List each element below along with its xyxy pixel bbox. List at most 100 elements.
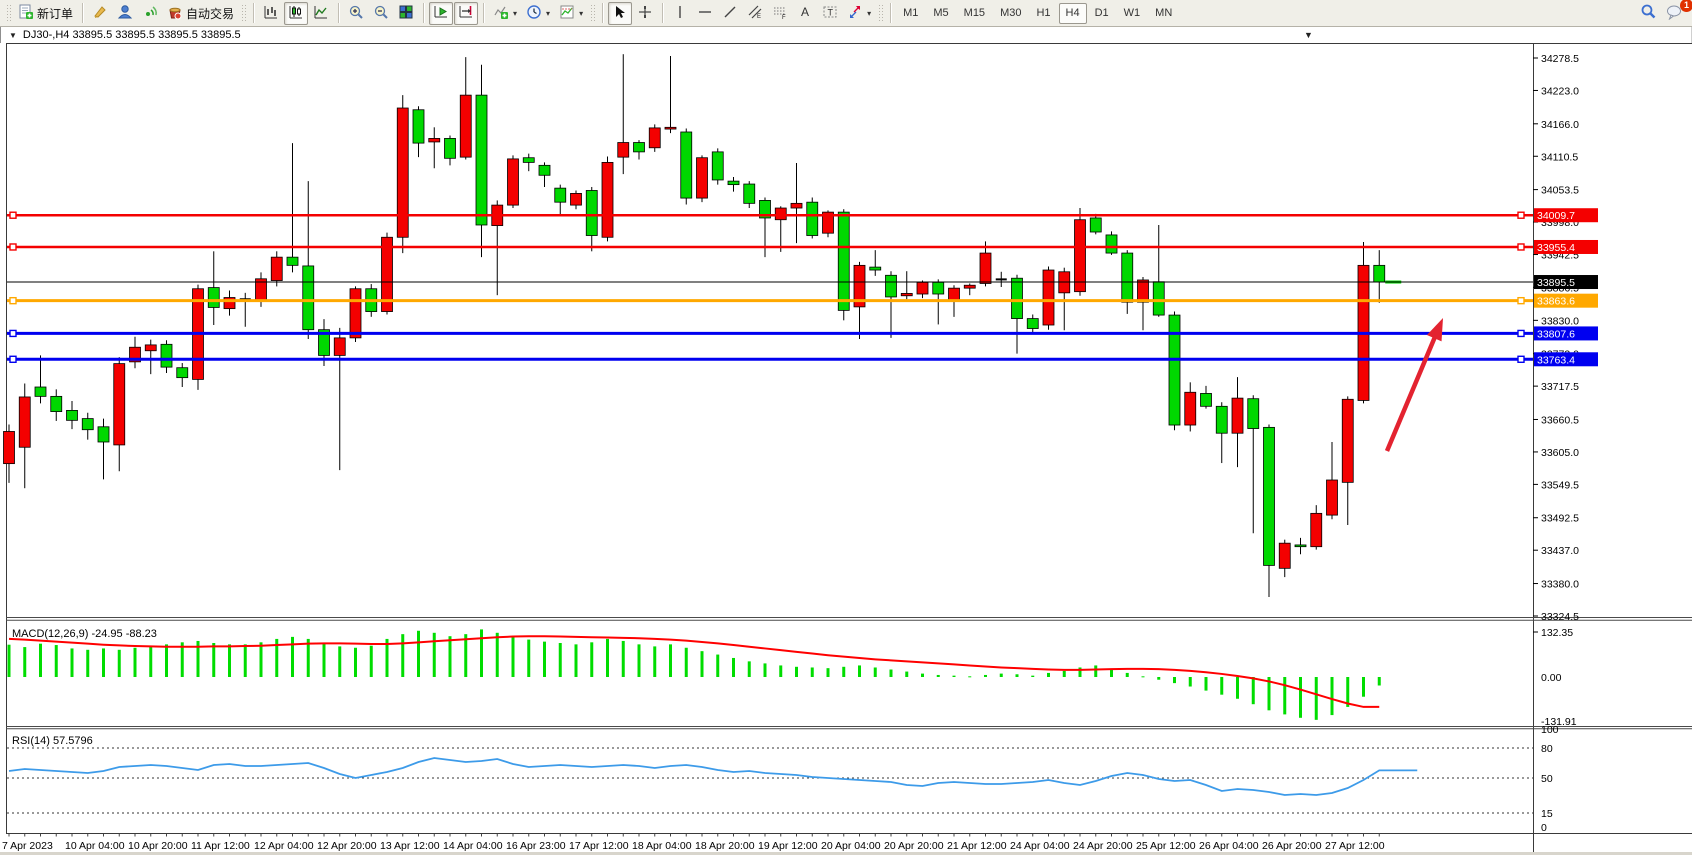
candle-body[interactable] <box>1075 220 1086 292</box>
candle-body[interactable] <box>1295 545 1306 547</box>
toolbar-drag-handle[interactable] <box>6 4 11 22</box>
timeframe-mn-button[interactable]: MN <box>1148 3 1179 24</box>
candle-body[interactable] <box>445 138 456 158</box>
candle-body[interactable] <box>586 190 597 235</box>
chart-shift-marker-icon[interactable]: ▼ <box>1304 30 1313 40</box>
candle-body[interactable] <box>350 289 361 338</box>
chart-canvas[interactable]: 34278.534223.034166.034110.534053.533998… <box>0 0 1692 855</box>
trendline-tool-button[interactable] <box>718 2 742 25</box>
notifications-button[interactable]: 1 <box>1662 2 1688 25</box>
candle-body[interactable] <box>413 110 424 143</box>
candle-body[interactable] <box>51 396 62 411</box>
candle-body[interactable] <box>697 158 708 198</box>
fibonacci-tool-button[interactable]: F <box>768 2 792 25</box>
line-handle[interactable] <box>1518 244 1524 250</box>
line-handle[interactable] <box>10 298 16 304</box>
candle-body[interactable] <box>933 282 944 294</box>
signal-button[interactable] <box>138 2 162 25</box>
timeframe-d1-button[interactable]: D1 <box>1088 3 1116 24</box>
line-handle[interactable] <box>1518 212 1524 218</box>
candle-body[interactable] <box>1327 480 1338 515</box>
dropdown-caret-icon[interactable]: ▾ <box>579 9 583 18</box>
candle-doji[interactable] <box>996 278 1007 280</box>
candle-body[interactable] <box>728 181 739 185</box>
candle-body[interactable] <box>1311 513 1322 546</box>
candle-body[interactable] <box>539 165 550 175</box>
line-chart-type-button[interactable] <box>309 2 333 25</box>
bar-chart-type-button[interactable] <box>259 2 283 25</box>
candle-body[interactable] <box>886 275 897 297</box>
candle-body[interactable] <box>161 344 172 367</box>
periods-button[interactable]: ▾ <box>522 2 554 25</box>
candle-body[interactable] <box>1374 265 1385 282</box>
candle-body[interactable] <box>964 285 975 288</box>
candle-body[interactable] <box>1342 399 1353 482</box>
timeframe-m5-button[interactable]: M5 <box>926 3 955 24</box>
text-label-tool-button[interactable]: T <box>818 2 842 25</box>
candle-body[interactable] <box>523 158 534 163</box>
candle-body[interactable] <box>4 431 15 463</box>
candle-body[interactable] <box>618 143 629 158</box>
new-order-button[interactable]: 新订单 <box>14 2 77 25</box>
candle-body[interactable] <box>114 364 125 445</box>
candle-body[interactable] <box>665 127 676 129</box>
candle-body[interactable] <box>602 162 613 237</box>
candle-body[interactable] <box>775 208 786 220</box>
candle-body[interactable] <box>712 152 723 180</box>
candle-body[interactable] <box>145 345 156 351</box>
line-handle[interactable] <box>10 212 16 218</box>
crosshair-tool-button[interactable] <box>633 2 657 25</box>
tile-windows-button[interactable] <box>394 2 418 25</box>
styler-button[interactable] <box>88 2 112 25</box>
toolbar-drag-handle[interactable] <box>590 4 595 22</box>
candle-body[interactable] <box>1185 392 1196 425</box>
candle-body[interactable] <box>870 267 881 270</box>
line-handle[interactable] <box>1518 330 1524 336</box>
candle-body[interactable] <box>19 397 30 447</box>
timeframe-h4-button[interactable]: H4 <box>1059 3 1087 24</box>
candle-body[interactable] <box>1027 319 1038 329</box>
dropdown-caret-icon[interactable]: ▾ <box>867 9 871 18</box>
candle-body[interactable] <box>838 212 849 310</box>
search-button[interactable] <box>1636 2 1661 25</box>
text-tool-button[interactable]: A <box>793 2 817 25</box>
candle-body[interactable] <box>1043 270 1054 325</box>
horizontal-line-tool-button[interactable] <box>693 2 717 25</box>
candle-body[interactable] <box>791 203 802 208</box>
candle-body[interactable] <box>1090 218 1101 232</box>
equidistant-channel-tool-button[interactable]: E <box>743 2 767 25</box>
chart-shift-button[interactable] <box>454 2 478 25</box>
vertical-line-tool-button[interactable] <box>668 2 692 25</box>
timeframe-m15-button[interactable]: M15 <box>957 3 992 24</box>
candle-body[interactable] <box>508 159 519 205</box>
candle-body[interactable] <box>67 410 78 420</box>
dropdown-caret-icon[interactable]: ▾ <box>546 9 550 18</box>
toolbar-drag-handle[interactable] <box>878 4 883 22</box>
candle-body[interactable] <box>980 253 991 283</box>
candle-body[interactable] <box>555 188 566 202</box>
zoom-out-button[interactable] <box>369 2 393 25</box>
candle-body[interactable] <box>303 266 314 330</box>
candle-body[interactable] <box>476 95 487 225</box>
candle-body[interactable] <box>1201 393 1212 406</box>
candle-body[interactable] <box>917 282 928 294</box>
dropdown-caret-icon[interactable]: ▾ <box>513 9 517 18</box>
zoom-in-button[interactable] <box>344 2 368 25</box>
indicators-button[interactable]: ▾ <box>489 2 521 25</box>
toolbar-drag-handle[interactable] <box>241 4 246 22</box>
line-handle[interactable] <box>10 356 16 362</box>
candle-body[interactable] <box>1232 398 1243 433</box>
candle-body[interactable] <box>271 257 282 280</box>
collapse-triangle-icon[interactable]: ▼ <box>9 31 17 40</box>
candle-body[interactable] <box>1264 427 1275 565</box>
profile-button[interactable] <box>113 2 137 25</box>
candle-body[interactable] <box>177 368 188 378</box>
candle-body[interactable] <box>1216 406 1227 433</box>
timeframe-m1-button[interactable]: M1 <box>896 3 925 24</box>
cursor-tool-button[interactable] <box>608 2 632 25</box>
candle-body[interactable] <box>949 288 960 300</box>
candle-body[interactable] <box>807 202 818 235</box>
candle-body[interactable] <box>1106 235 1117 253</box>
line-handle[interactable] <box>1518 356 1524 362</box>
candle-body[interactable] <box>681 132 692 198</box>
